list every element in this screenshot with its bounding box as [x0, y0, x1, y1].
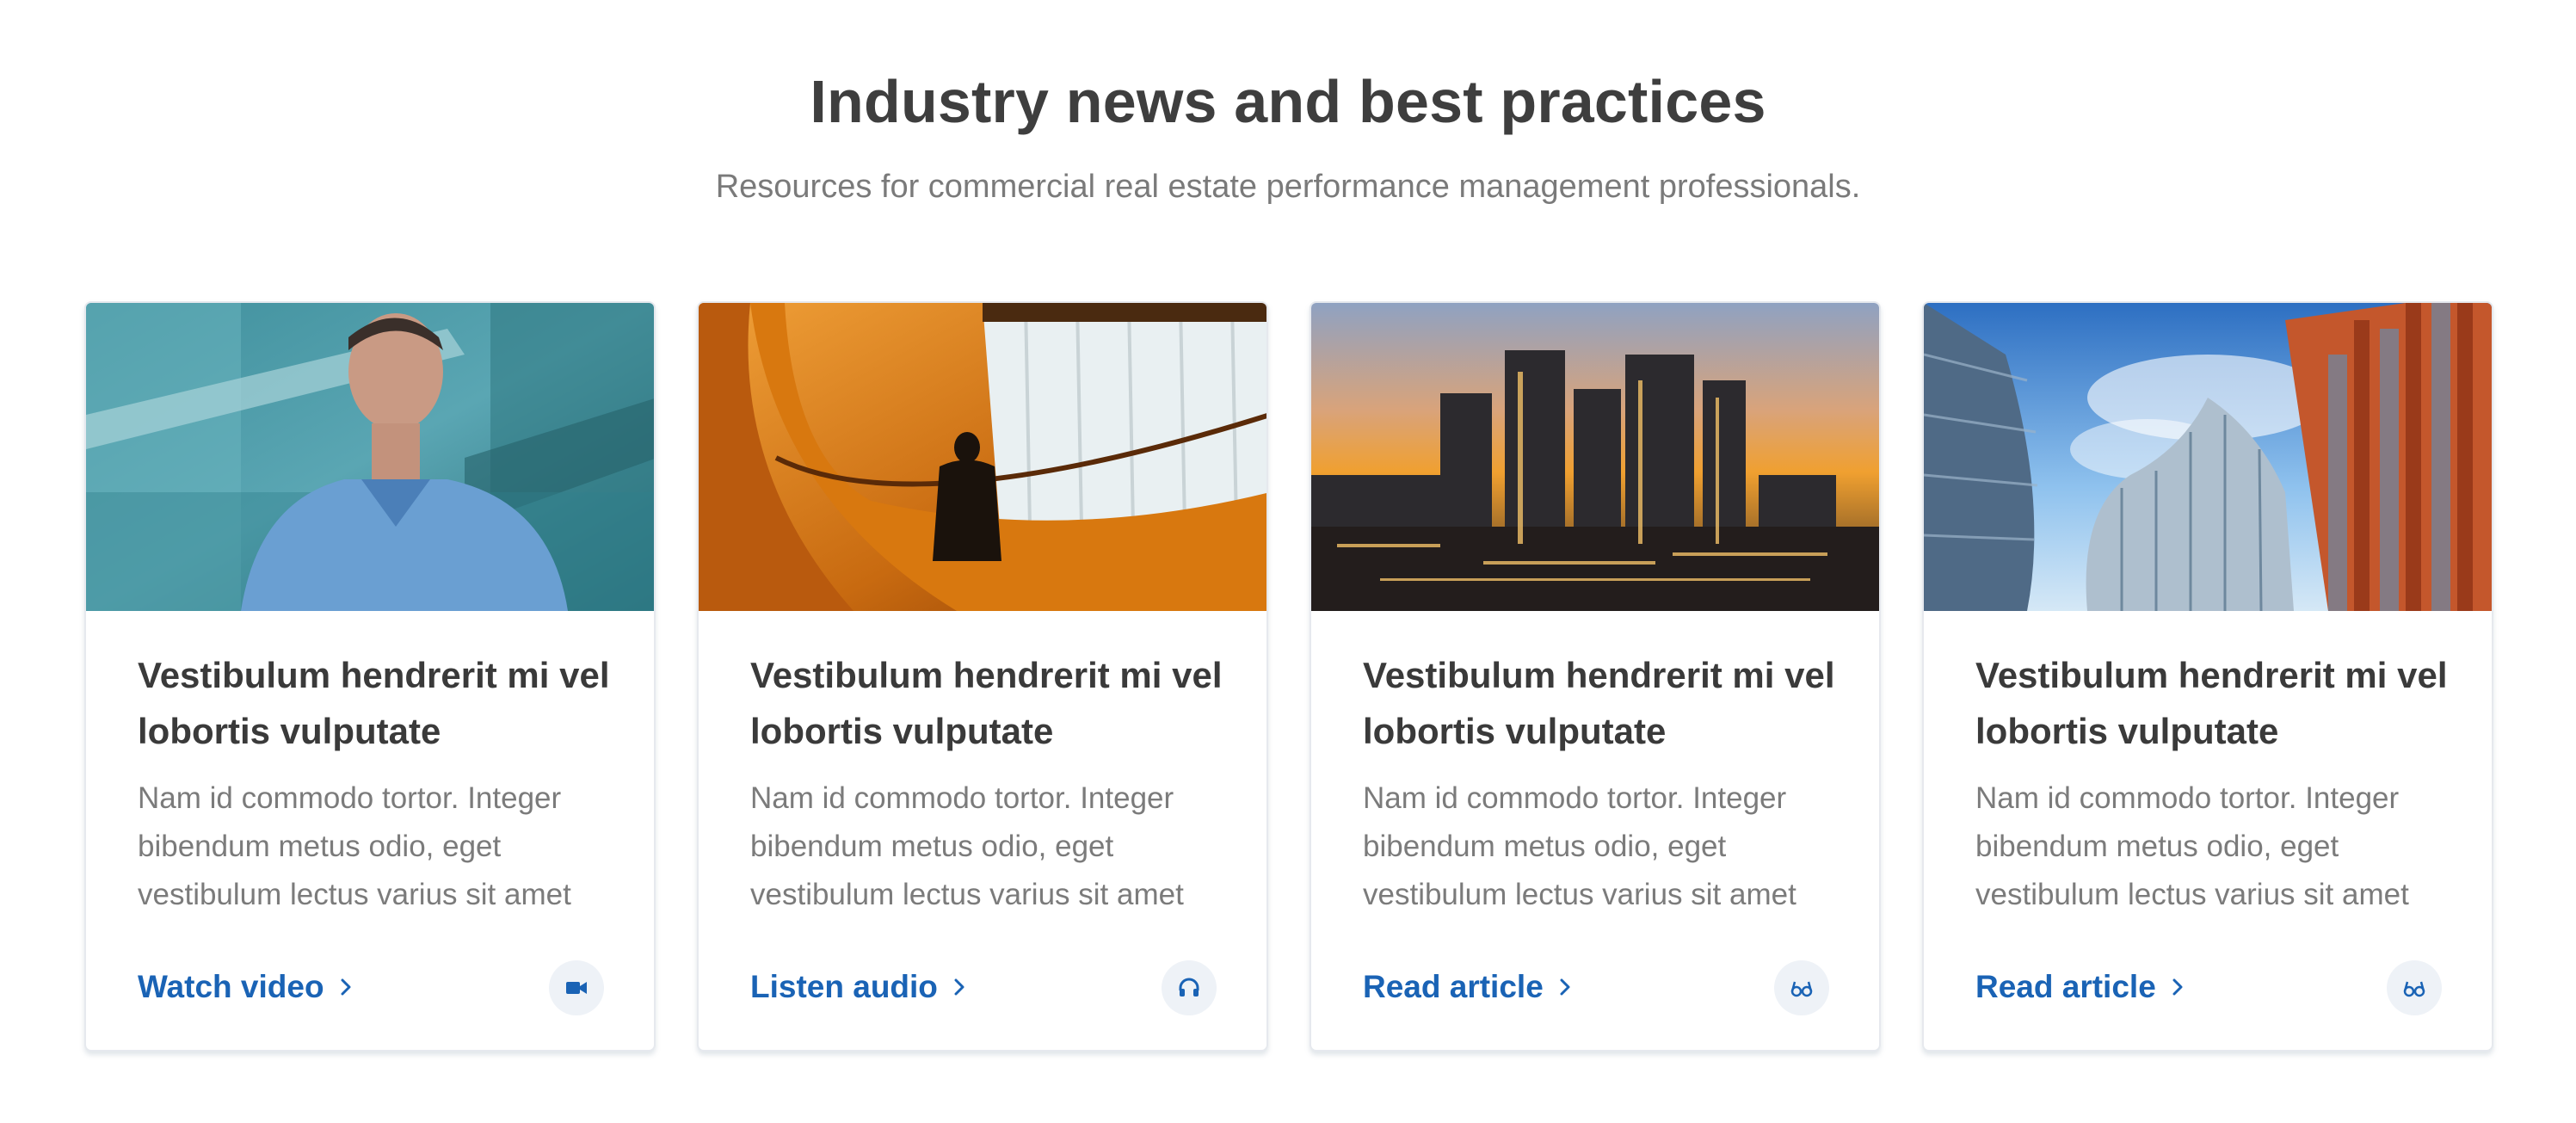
card-title: Vestibulum hendrerit mi vel lobortis vul… — [1363, 655, 1835, 751]
section-title: Industry news and best practices — [810, 68, 1766, 135]
resource-card-article[interactable]: Vestibulum hendrerit mi vel lobortis vul… — [1922, 301, 2493, 1052]
chevron-right-icon — [2172, 978, 2183, 996]
glass-skyscrapers-photo — [1924, 303, 2492, 611]
card-link-label: Watch video — [138, 969, 324, 1004]
resource-card-grid: Vestibulum hendrerit mi vel lobortis vul… — [84, 301, 2493, 1052]
read-article-link[interactable]: Read article — [1363, 969, 1575, 1005]
card-description: Nam id commodo tortor. Integer bibendum … — [1975, 781, 2409, 911]
card-link-label: Read article — [1975, 969, 2156, 1004]
chevron-right-icon — [341, 978, 351, 996]
video-camera-icon — [549, 960, 604, 1015]
section-subtitle: Resources for commercial real estate per… — [715, 169, 1861, 205]
card-title: Vestibulum hendrerit mi vel lobortis vul… — [1975, 655, 2448, 751]
card-link-label: Read article — [1363, 969, 1544, 1004]
watch-video-link[interactable]: Watch video — [138, 969, 355, 1005]
card-description: Nam id commodo tortor. Integer bibendum … — [750, 781, 1184, 911]
city-skyline-sunset-photo — [1311, 303, 1879, 611]
headphones-icon — [1162, 960, 1217, 1015]
card-description: Nam id commodo tortor. Integer bibendum … — [138, 781, 571, 911]
man-on-staircase-photo — [86, 303, 654, 611]
reading-glasses-icon — [1774, 960, 1829, 1015]
card-title: Vestibulum hendrerit mi vel lobortis vul… — [750, 655, 1223, 751]
card-link-label: Listen audio — [750, 969, 938, 1004]
chevron-right-icon — [954, 978, 964, 996]
chevron-right-icon — [1560, 978, 1570, 996]
resources-section: Industry news and best practices Resourc… — [0, 0, 2576, 1123]
read-article-link[interactable]: Read article — [1975, 969, 2187, 1005]
card-description: Nam id commodo tortor. Integer bibendum … — [1363, 781, 1796, 911]
silhouette-escalator-photo — [699, 303, 1266, 611]
reading-glasses-icon — [2387, 960, 2442, 1015]
resource-card-video[interactable]: Vestibulum hendrerit mi vel lobortis vul… — [84, 301, 656, 1052]
card-title: Vestibulum hendrerit mi vel lobortis vul… — [138, 655, 610, 751]
resource-card-article[interactable]: Vestibulum hendrerit mi vel lobortis vul… — [1310, 301, 1881, 1052]
resource-card-audio[interactable]: Vestibulum hendrerit mi vel lobortis vul… — [697, 301, 1268, 1052]
listen-audio-link[interactable]: Listen audio — [750, 969, 969, 1005]
